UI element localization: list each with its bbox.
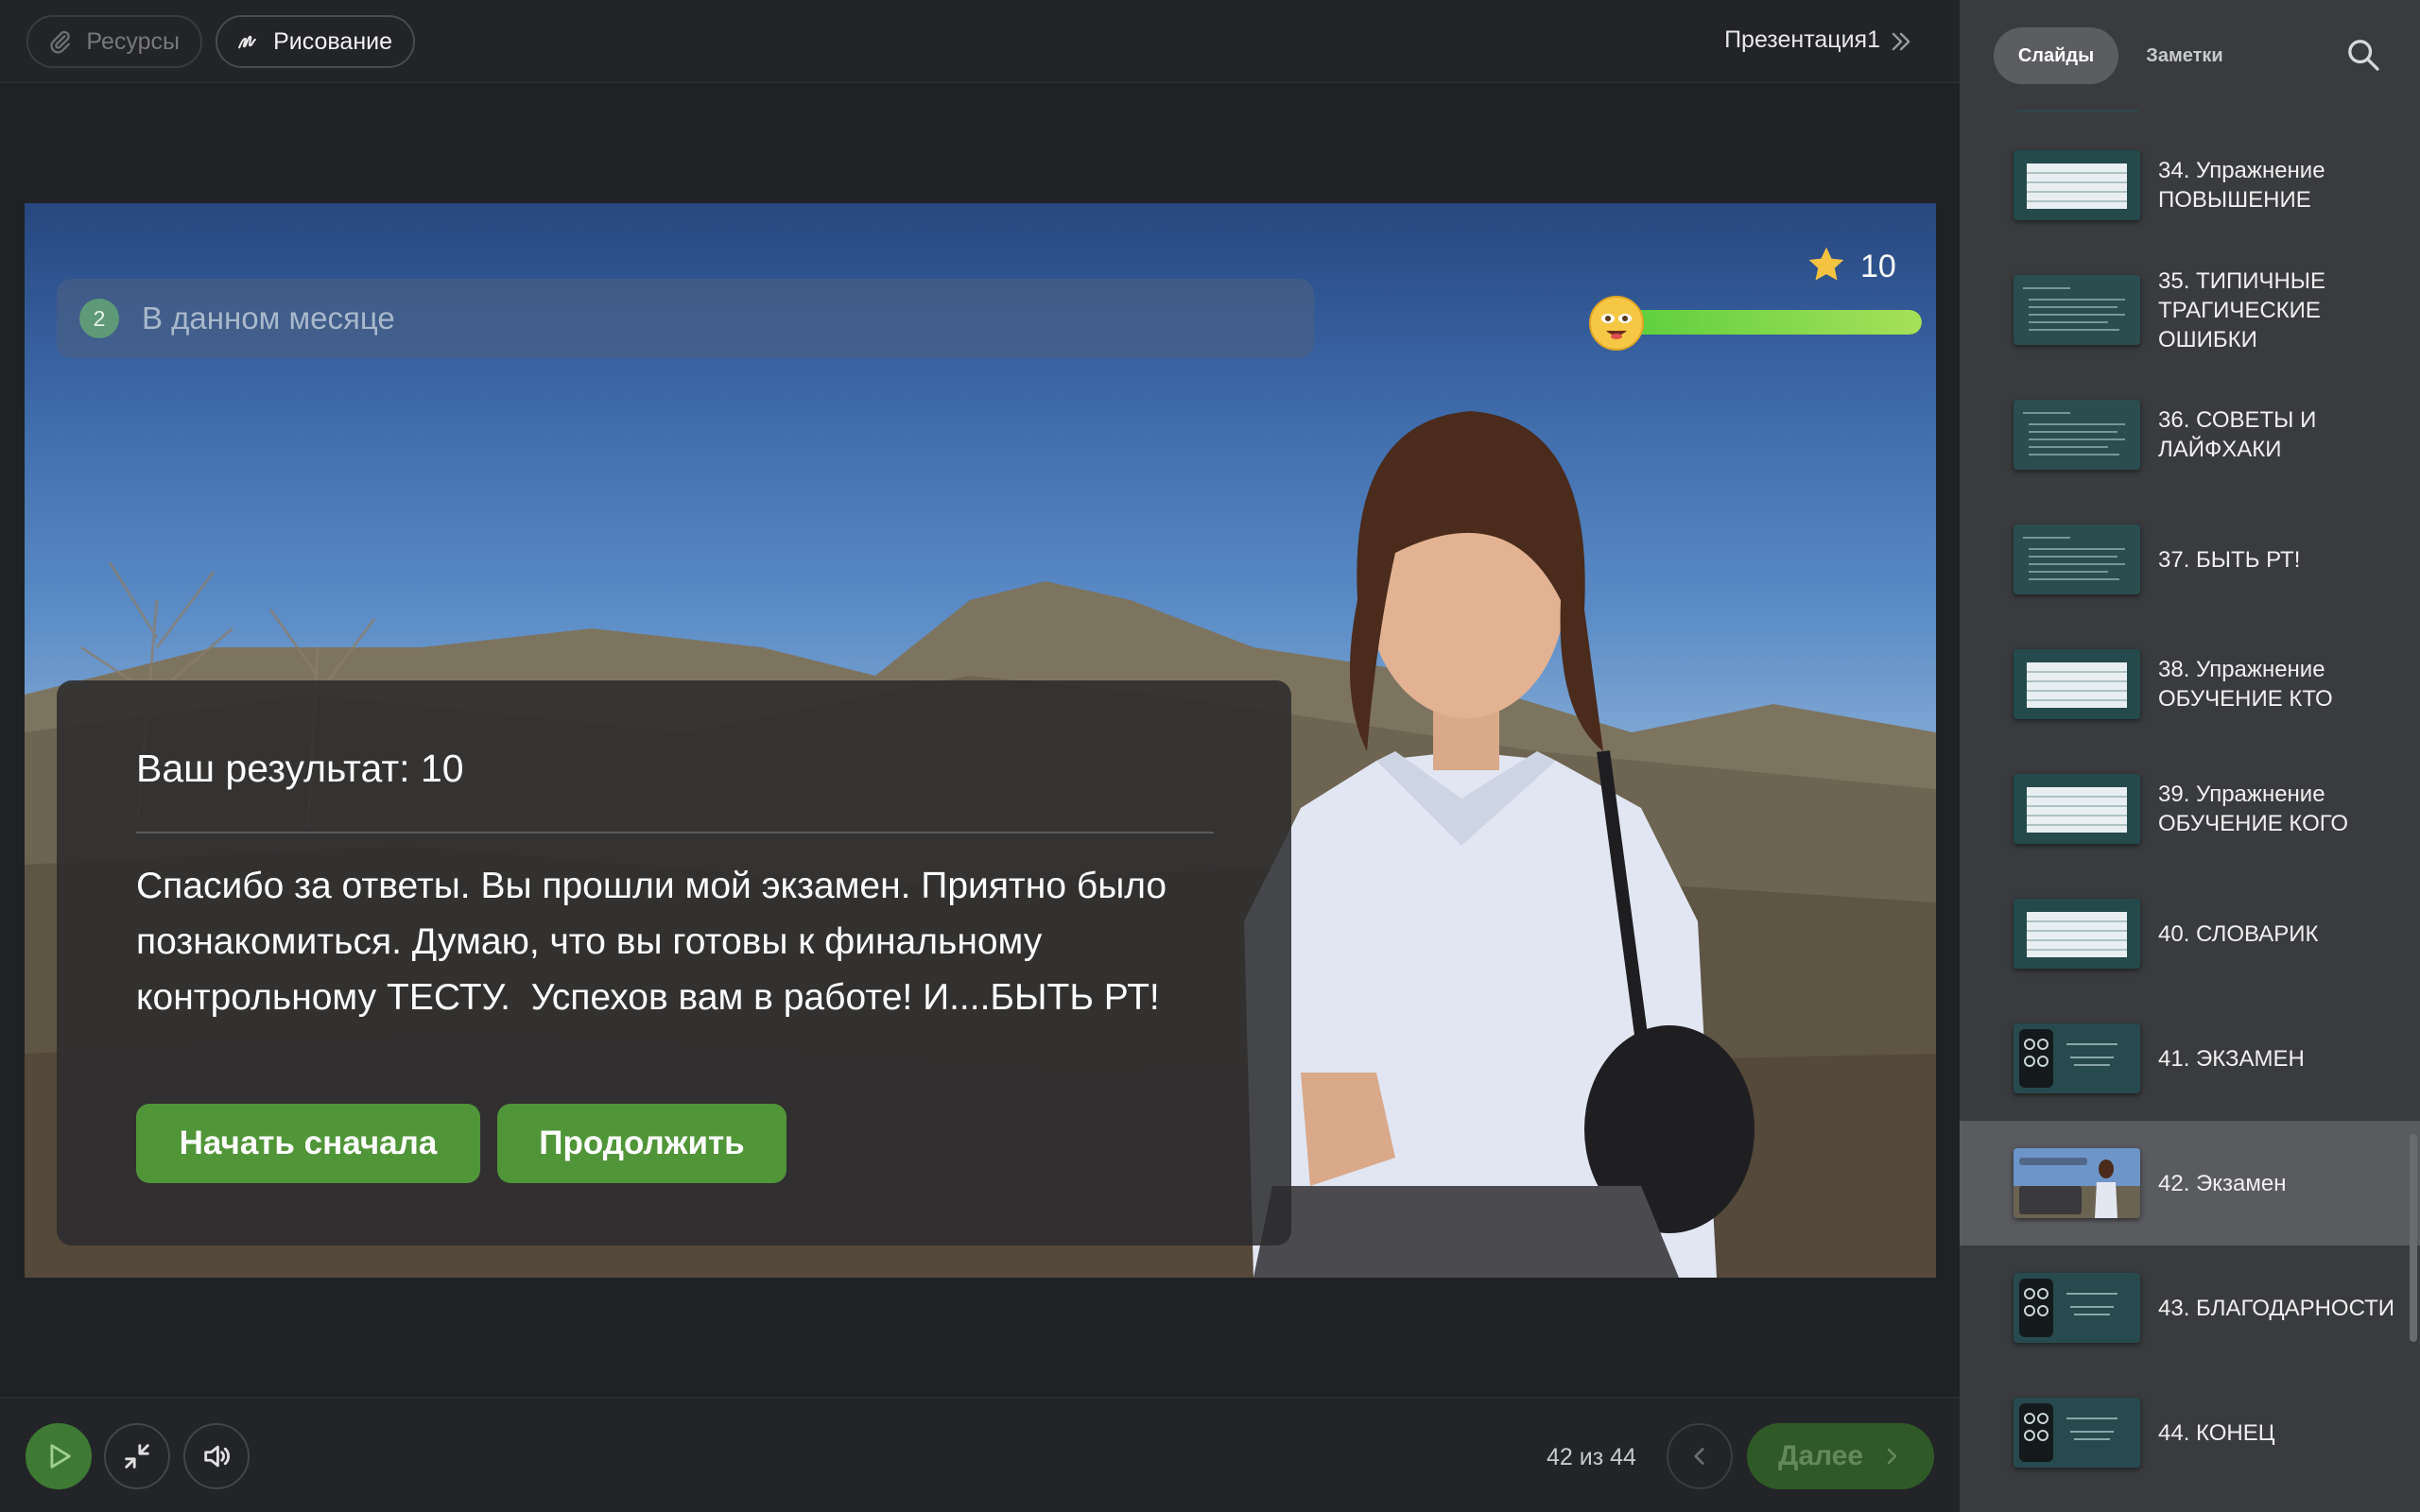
result-divider bbox=[136, 832, 1214, 833]
slide-thumbnail bbox=[2014, 649, 2140, 719]
score-value: 10 bbox=[1860, 249, 1896, 284]
slides-sidebar: Слайды Заметки 34. Упражнение ПОВЫШЕНИЕ 3… bbox=[1960, 0, 2420, 1512]
slide-thumbnail bbox=[2014, 275, 2140, 345]
sidebar-slide-item[interactable]: 37. БЫТЬ РТ! bbox=[1960, 497, 2420, 622]
resources-button[interactable]: Ресурсы bbox=[26, 15, 202, 68]
slide-thumbnail bbox=[2014, 400, 2140, 470]
next-slide-button[interactable]: Далее bbox=[1747, 1423, 1934, 1489]
slide-title: 39. Упражнение ОБУЧЕНИЕ КОГО bbox=[2158, 782, 2349, 836]
chevron-left-icon bbox=[1694, 1448, 1704, 1465]
slide-thumbnail bbox=[2014, 899, 2140, 969]
shrink-arrows-icon bbox=[125, 1444, 149, 1469]
emoji-face-icon bbox=[1589, 296, 1644, 351]
slide-thumbnail bbox=[2014, 774, 2140, 844]
sidebar-slide-item[interactable]: 39. Упражнение ОБУЧЕНИЕ КОГО bbox=[1960, 747, 2420, 871]
slide-title: 43. БЛАГОДАРНОСТИ bbox=[2158, 1296, 2395, 1321]
slide-title: 40. СЛОВАРИК bbox=[2158, 921, 2319, 947]
slide-thumbnail bbox=[2014, 150, 2140, 220]
slide-thumbnail bbox=[2014, 1273, 2140, 1343]
slide-title: 42. Экзамен bbox=[2158, 1171, 2287, 1196]
restart-button[interactable]: Начать сначала bbox=[136, 1104, 480, 1183]
sidebar-slide-item[interactable]: 35. ТИПИЧНЫЕ ТРАГИЧЕСКИЕ ОШИБКИ bbox=[1960, 248, 2420, 372]
scribble-icon bbox=[238, 35, 256, 49]
slide-title: 35. ТИПИЧНЫЕ ТРАГИЧЕСКИЕ ОШИБКИ bbox=[2158, 268, 2326, 352]
sidebar-slide-item[interactable]: 36. СОВЕТЫ И ЛАЙФХАКИ bbox=[1960, 372, 2420, 497]
sidebar-scrollbar[interactable] bbox=[2410, 1134, 2417, 1342]
exit-fullscreen-button[interactable] bbox=[104, 1423, 170, 1489]
slide-thumbnail bbox=[2014, 1398, 2140, 1468]
star-icon bbox=[1808, 247, 1844, 281]
result-message: Спасибо за ответы. Вы прошли мой экзамен… bbox=[136, 866, 1177, 1018]
play-icon bbox=[50, 1444, 71, 1469]
player-app: Ресурсы Рисование Презентация1 2 В данно… bbox=[0, 0, 2420, 1512]
slide-thumbnail bbox=[2014, 1148, 2140, 1218]
slide-title: 41. ЭКЗАМЕН bbox=[2158, 1046, 2305, 1072]
speaker-icon bbox=[204, 1445, 230, 1468]
drawing-label: Рисование bbox=[273, 27, 392, 55]
volume-button[interactable] bbox=[183, 1423, 250, 1489]
question-bar: 2 В данном месяце bbox=[57, 279, 1314, 358]
double-chevron-right-icon[interactable] bbox=[1888, 26, 1914, 57]
slide-title: 44. КОНЕЦ bbox=[2158, 1420, 2275, 1446]
drawing-button[interactable]: Рисование bbox=[216, 15, 415, 68]
sidebar-header: Слайды Заметки bbox=[1960, 0, 2420, 110]
sidebar-slide-item[interactable]: 42. Экзамен bbox=[1960, 1121, 2420, 1246]
slide-title: 34. Упражнение ПОВЫШЕНИЕ bbox=[2158, 158, 2325, 213]
continue-button[interactable]: Продолжить bbox=[497, 1104, 786, 1183]
sidebar-slide-item[interactable]: 43. БЛАГОДАРНОСТИ bbox=[1960, 1246, 2420, 1370]
sidebar-slide-item[interactable]: 38. Упражнение ОБУЧЕНИЕ КТО bbox=[1960, 622, 2420, 747]
search-icon[interactable] bbox=[2344, 36, 2382, 74]
result-title: Ваш результат: 10 bbox=[136, 747, 464, 790]
play-button[interactable] bbox=[26, 1423, 92, 1489]
result-panel: Ваш результат: 10 Спасибо за ответы. Вы … bbox=[57, 680, 1291, 1246]
slide-title: 37. БЫТЬ РТ! bbox=[2158, 547, 2301, 573]
slide-counter: 42 из 44 bbox=[1547, 1444, 1636, 1470]
question-text: В данном месяце bbox=[142, 301, 395, 335]
slide-title: 36. СОВЕТЫ И ЛАЙФХАКИ bbox=[2158, 407, 2317, 462]
slide-thumbnail bbox=[2014, 1023, 2140, 1093]
slide-thumbnail bbox=[2014, 524, 2140, 594]
next-label: Далее bbox=[1777, 1440, 1864, 1471]
tab-notes[interactable]: Заметки bbox=[2128, 27, 2241, 84]
prev-slide-button[interactable] bbox=[1667, 1423, 1733, 1489]
sidebar-slide-item[interactable]: 40. СЛОВАРИК bbox=[1960, 871, 2420, 996]
top-toolbar: Ресурсы Рисование Презентация1 bbox=[0, 0, 1960, 83]
presentation-title: Презентация1 bbox=[1724, 26, 1880, 53]
slide-title: 38. Упражнение ОБУЧЕНИЕ КТО bbox=[2158, 657, 2333, 712]
paperclip-icon bbox=[50, 30, 70, 54]
resources-label: Ресурсы bbox=[86, 27, 180, 55]
tab-slides[interactable]: Слайды bbox=[1994, 27, 2118, 84]
sidebar-slide-item[interactable]: 34. Упражнение ПОВЫШЕНИЕ bbox=[1960, 123, 2420, 248]
chevron-right-icon bbox=[1887, 1448, 1897, 1465]
sidebar-slide-item[interactable]: 41. ЭКЗАМЕН bbox=[1960, 996, 2420, 1121]
score-progress-fill bbox=[1625, 310, 1922, 335]
question-number-badge: 2 bbox=[79, 299, 119, 338]
slide-canvas: 2 В данном месяце 10 Ваш результат: 10 С… bbox=[25, 203, 1936, 1278]
sidebar-slide-item[interactable]: 44. КОНЕЦ bbox=[1960, 1370, 2420, 1495]
bottom-controls: 42 из 44 Далее bbox=[0, 1397, 1960, 1512]
score-progress-bar bbox=[1625, 310, 1922, 335]
